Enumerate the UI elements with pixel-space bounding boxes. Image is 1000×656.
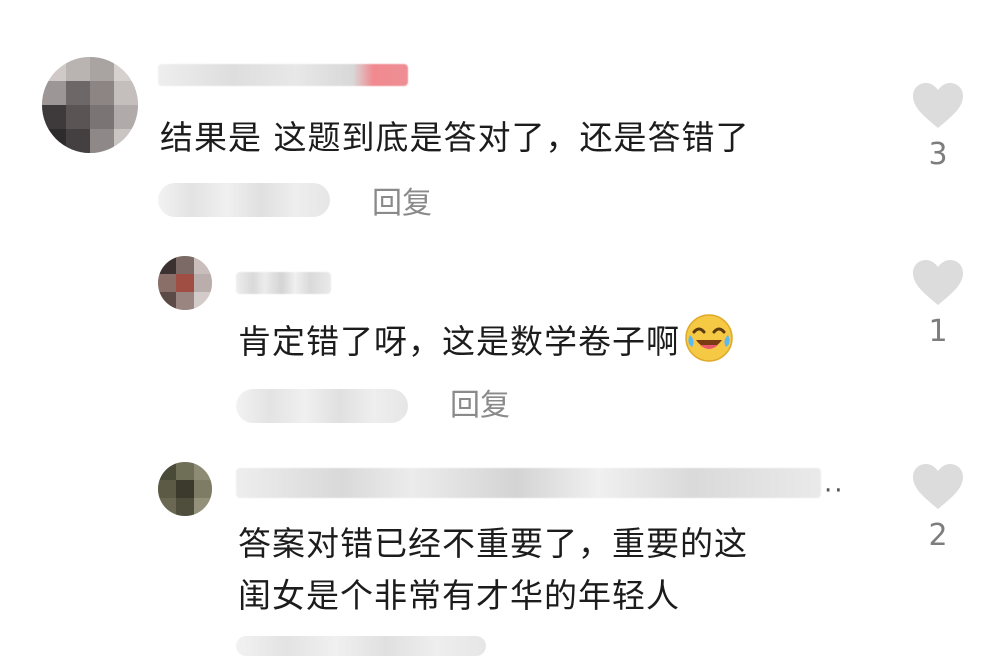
ellipsis-icon: ·· [824, 476, 845, 506]
timestamp-redacted [236, 636, 486, 656]
avatar[interactable] [158, 462, 212, 516]
reply-button[interactable]: 回复 [372, 184, 432, 224]
like-count: 3 [928, 137, 948, 172]
username-redacted[interactable] [236, 468, 821, 498]
like-button[interactable]: 3 [908, 83, 968, 173]
username-redacted[interactable] [158, 64, 408, 86]
comment-text-line-1: 答案对错已经不重要了，重要的这 [238, 524, 748, 563]
comment-text: 肯定错了呀，这是数学卷子啊 [238, 313, 734, 368]
avatar[interactable] [42, 57, 138, 153]
heart-icon [913, 83, 963, 128]
like-button[interactable]: 2 [908, 464, 968, 554]
reply-button[interactable]: 回复 [450, 386, 510, 426]
comment-text-line-2: 闺女是个非常有才华的年轻人 [238, 576, 680, 615]
laugh-cry-emoji-icon [685, 314, 733, 362]
username-redacted[interactable] [236, 272, 331, 294]
comment-text: 结果是 这题到底是答对了，还是答错了 [160, 118, 750, 157]
like-button[interactable]: 1 [908, 260, 968, 350]
like-count: 2 [928, 518, 948, 553]
timestamp-redacted [236, 389, 408, 423]
avatar[interactable] [158, 256, 212, 310]
heart-icon [913, 464, 963, 509]
timestamp-redacted [158, 183, 330, 217]
heart-icon [913, 260, 963, 305]
like-count: 1 [928, 314, 948, 349]
